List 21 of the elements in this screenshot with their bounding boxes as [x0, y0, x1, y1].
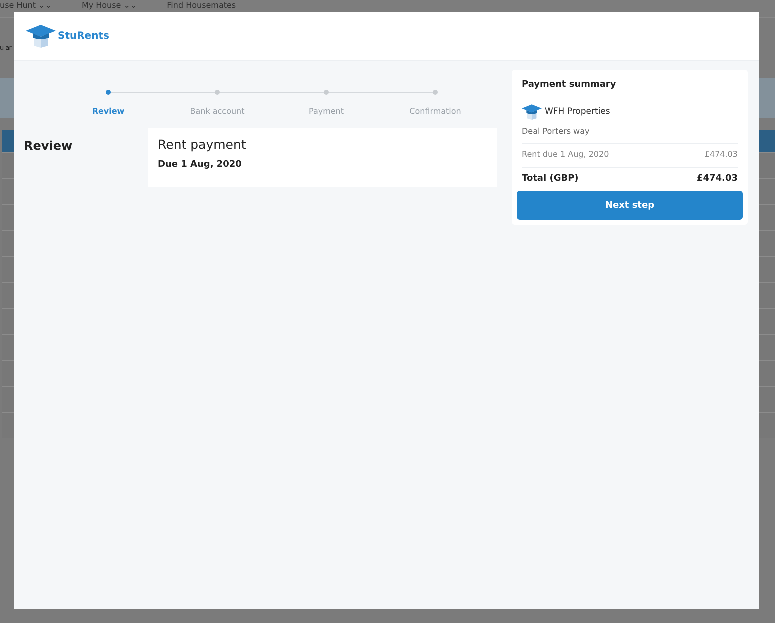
- next-step-button[interactable]: Next step: [517, 191, 743, 220]
- nav-link[interactable]: My House ⌄⌄: [82, 1, 138, 11]
- due-date: Due 1 Aug, 2020: [158, 160, 243, 170]
- nav-link[interactable]: use Hunt ⌄⌄: [0, 1, 52, 11]
- step-label[interactable]: Bank account: [190, 107, 245, 116]
- line-label: Rent due 1 Aug, 2020: [522, 150, 610, 159]
- address-text: Deal Porters way: [521, 127, 591, 136]
- section-title: Review: [24, 139, 73, 153]
- step-label[interactable]: Payment: [308, 107, 344, 116]
- logo-icon: [26, 24, 56, 48]
- brand-name: StuRents: [58, 30, 110, 42]
- nav-link[interactable]: Find Housemates: [167, 1, 236, 11]
- step-label[interactable]: Review: [92, 107, 125, 116]
- card-title: Rent payment: [158, 137, 248, 152]
- line-amount: £474.03: [704, 150, 738, 159]
- step-label[interactable]: Confirmation: [410, 107, 462, 116]
- total-label: Total (GBP): [522, 174, 579, 184]
- total-amount: £474.03: [697, 174, 738, 184]
- summary-title: Payment summary: [521, 80, 618, 90]
- logo-icon: [522, 104, 542, 120]
- landlord-name: WFH Properties: [545, 107, 610, 117]
